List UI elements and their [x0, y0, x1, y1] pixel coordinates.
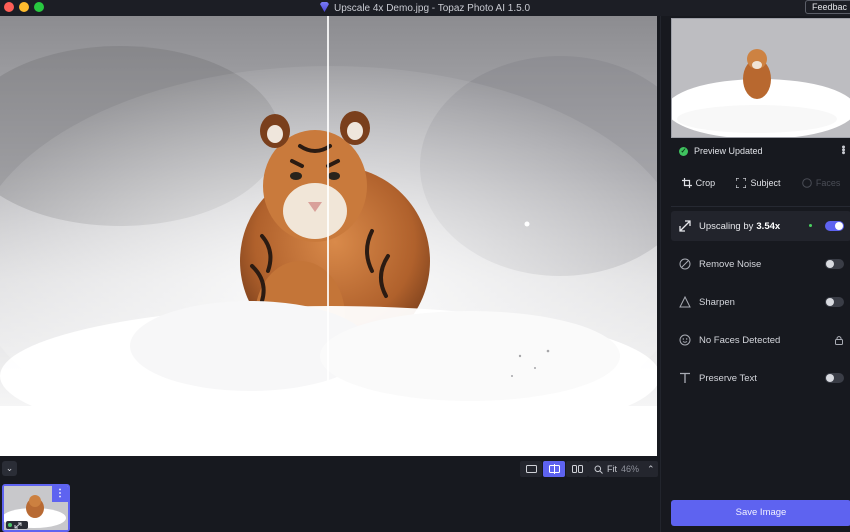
crop-button[interactable]: Crop [681, 178, 716, 188]
no-faces-label: No Faces Detected [699, 334, 781, 346]
navigator-image [672, 19, 850, 137]
bottom-toolbar: ⌄ Fit 46% ⌃ ⋮ [0, 456, 660, 532]
split-view-icon [548, 464, 560, 474]
lock-icon [835, 336, 843, 345]
thumbnail-menu-button[interactable]: ⋮ [52, 486, 68, 502]
panel-divider [671, 206, 850, 207]
save-image-button[interactable]: Save Image [671, 500, 850, 526]
subject-icon [736, 178, 747, 188]
filmstrip-thumbnail[interactable]: ⋮ [2, 484, 70, 532]
crop-icon [681, 178, 692, 188]
single-view-icon [525, 465, 537, 473]
preview-status: ✓ Preview Updated ••• [679, 145, 850, 156]
thumbnail-status-badge [6, 521, 28, 529]
sharpen-row[interactable]: Sharpen [671, 289, 850, 315]
side-by-side-button[interactable] [566, 461, 588, 477]
title-bar: Upscale 4x Demo.jpg - Topaz Photo AI 1.5… [0, 0, 850, 16]
preserve-text-label: Preserve Text [699, 372, 757, 384]
side-by-side-icon [571, 465, 583, 473]
text-icon [680, 372, 690, 383]
remove-noise-row[interactable]: Remove Noise [671, 251, 850, 277]
expand-arrows-icon [14, 522, 22, 528]
split-view-button[interactable] [543, 461, 565, 477]
subject-button[interactable]: Subject [736, 178, 781, 188]
remove-noise-toggle[interactable] [825, 259, 844, 269]
image-canvas[interactable] [0, 16, 657, 456]
check-circle-icon: ✓ [679, 146, 688, 156]
zoom-label: Fit [607, 464, 617, 474]
upscale-row[interactable]: Upscaling by 3.54x [671, 211, 850, 241]
settings-panel: ✓ Preview Updated ••• Crop Subject Faces… [660, 16, 850, 532]
sharpen-toggle[interactable] [825, 297, 844, 307]
remove-noise-label: Remove Noise [699, 258, 762, 270]
face-icon [679, 334, 691, 346]
faces-row[interactable]: No Faces Detected [671, 327, 850, 353]
faces-label: Faces [815, 178, 841, 188]
single-view-button[interactable] [520, 461, 542, 477]
window-title-bar: Upscale 4x Demo.jpg - Topaz Photo AI 1.5… [0, 2, 850, 14]
processed-indicator-icon [8, 523, 12, 527]
active-indicator-icon [809, 224, 812, 227]
feedback-button[interactable]: Feedbac [804, 0, 850, 14]
crop-label: Crop [695, 178, 716, 188]
view-mode-group [520, 461, 588, 477]
noise-icon [679, 258, 691, 270]
preserve-text-toggle[interactable] [825, 373, 844, 383]
window-title: Upscale 4x Demo.jpg - Topaz Photo AI 1.5… [333, 3, 531, 14]
topaz-logo-icon [319, 2, 329, 12]
chevron-down-icon: ⌄ [5, 463, 14, 473]
preserve-text-row[interactable]: Preserve Text [671, 365, 850, 391]
sharpen-label: Sharpen [699, 296, 735, 308]
upscale-label: Upscaling by [699, 220, 754, 232]
faces-button[interactable]: Faces [802, 178, 841, 188]
upscale-arrows-icon [679, 220, 691, 232]
faces-icon [802, 178, 812, 188]
zoom-control[interactable]: Fit 46% ⌃ [588, 461, 658, 477]
upscale-value: 3.54x [756, 220, 781, 232]
chevron-up-icon[interactable]: ⌃ [647, 464, 655, 475]
app-window: Upscale 4x Demo.jpg - Topaz Photo AI 1.5… [0, 0, 850, 532]
split-view-divider[interactable] [327, 16, 329, 456]
collapse-filmstrip-button[interactable]: ⌄ [2, 461, 17, 476]
zoom-value: 46% [621, 464, 640, 474]
zoom-icon [594, 465, 603, 474]
more-options-icon[interactable]: ••• [837, 145, 849, 154]
sharpen-icon [679, 296, 691, 308]
status-text: Preview Updated [694, 146, 763, 156]
upscale-toggle[interactable] [825, 221, 844, 231]
navigator-preview[interactable] [671, 18, 850, 138]
subject-label: Subject [750, 178, 781, 188]
tools-row: Crop Subject Faces [671, 168, 850, 198]
